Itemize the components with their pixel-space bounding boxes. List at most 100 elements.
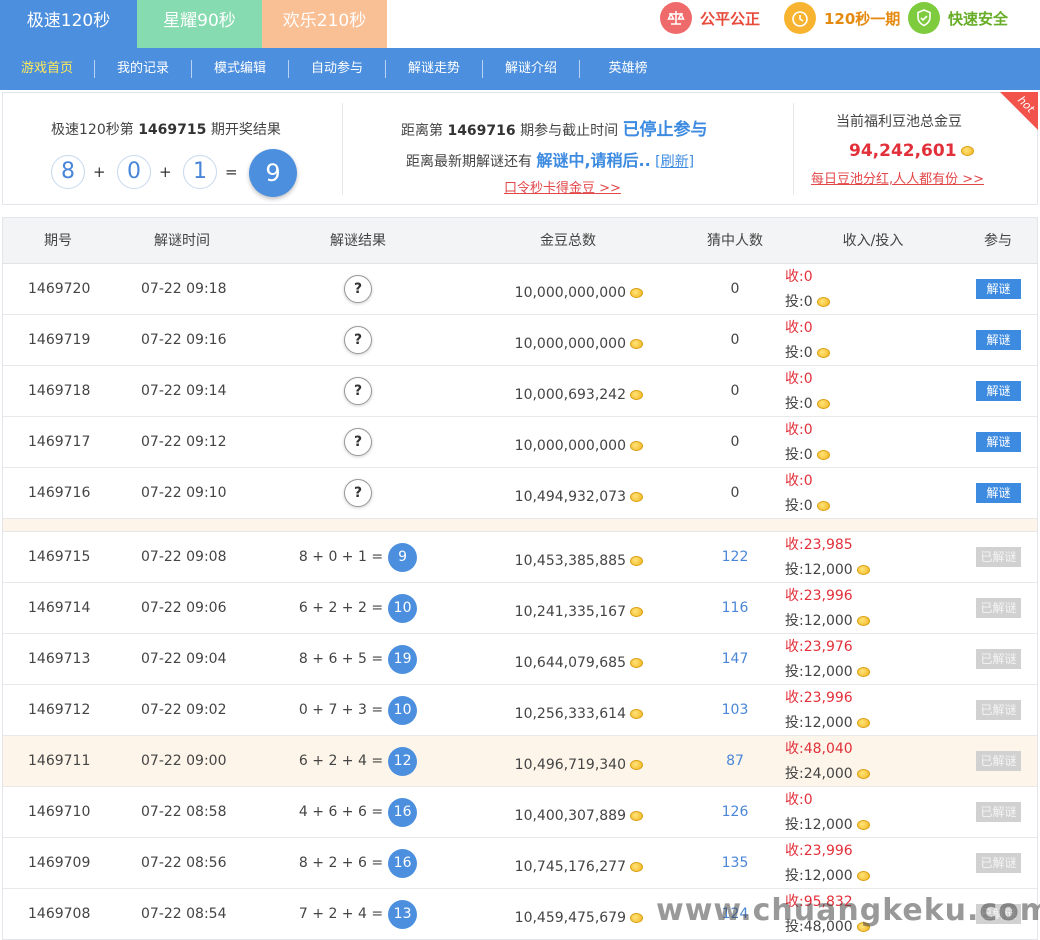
input-value: 12,000 bbox=[803, 868, 853, 884]
shield-check-icon bbox=[908, 2, 940, 34]
coin-icon bbox=[816, 450, 830, 460]
income-input: 收:23,996 投:12,000 bbox=[785, 838, 870, 888]
mode-tab-joy-210[interactable]: 欢乐210秒 bbox=[262, 0, 387, 48]
latest-status: 解谜中,请稍后.. bbox=[536, 151, 651, 170]
input-label: 投: bbox=[785, 613, 804, 629]
action-cell: 已解谜 bbox=[976, 700, 1021, 720]
col-action: 参与 bbox=[984, 233, 1012, 249]
solve-time: 07-22 09:00 bbox=[141, 753, 227, 769]
input-value: 0 bbox=[803, 498, 813, 514]
winner-count[interactable]: 116 bbox=[693, 583, 777, 633]
coin-icon bbox=[856, 667, 870, 677]
winner-count[interactable]: 135 bbox=[693, 838, 777, 888]
nav-trend[interactable]: 解谜走势 bbox=[386, 48, 482, 90]
pool-dividend-link[interactable]: 每日豆池分红,人人都有份 >> bbox=[811, 168, 984, 187]
solve-time: 07-22 09:14 bbox=[141, 383, 227, 399]
solve-button[interactable]: 解谜 bbox=[976, 279, 1021, 299]
coin-icon bbox=[630, 709, 643, 719]
solve-button[interactable]: 解谜 bbox=[976, 330, 1021, 350]
result-ball: 16 bbox=[388, 848, 418, 878]
income-value: 23,976 bbox=[803, 639, 853, 655]
total-beans: 10,459,475,679 bbox=[493, 889, 643, 939]
pending-result: ? bbox=[344, 377, 372, 405]
deadline-status: 已停止参与 bbox=[622, 120, 708, 140]
mode-tab-star-90[interactable]: 星耀90秒 bbox=[137, 0, 262, 48]
input-value: 12,000 bbox=[803, 613, 853, 629]
input-value: 12,000 bbox=[803, 664, 853, 680]
nav-my-records[interactable]: 我的记录 bbox=[95, 48, 191, 90]
total-beans: 10,000,000,000 bbox=[493, 417, 643, 467]
pool-amount-value: 94,242,601 bbox=[849, 141, 957, 161]
solved-button: 已解谜 bbox=[976, 802, 1021, 822]
solve-time: 07-22 09:06 bbox=[141, 600, 227, 616]
solved-button: 已解谜 bbox=[976, 547, 1021, 567]
solve-button[interactable]: 解谜 bbox=[976, 432, 1021, 452]
income-value: 0 bbox=[803, 792, 813, 808]
income-value: 23,996 bbox=[803, 843, 853, 859]
deadline-period: 1469716 bbox=[447, 123, 516, 139]
input-label: 投: bbox=[785, 715, 804, 731]
coin-icon bbox=[816, 348, 830, 358]
winner-count[interactable]: 87 bbox=[693, 736, 777, 786]
total-beans-value: 10,459,475,679 bbox=[514, 910, 626, 926]
coin-icon bbox=[856, 769, 870, 779]
col-period: 期号 bbox=[44, 233, 72, 249]
income-value: 0 bbox=[803, 269, 813, 285]
income-value: 0 bbox=[803, 473, 813, 489]
table-row: 1469716 07-22 09:10? 10,494,932,073 0 收:0 投:0… bbox=[3, 468, 1037, 519]
winner-count[interactable]: 126 bbox=[693, 787, 777, 837]
solved-button: 已解谜 bbox=[976, 598, 1021, 618]
nav-home[interactable]: 游戏首页 bbox=[0, 48, 94, 90]
total-beans: 10,745,176,277 bbox=[493, 838, 643, 888]
top-bar: 极速120秒 星耀90秒 欢乐210秒 公平公正 120秒一期 快速安全 bbox=[0, 0, 1040, 48]
income-label: 收: bbox=[785, 690, 804, 706]
promo-link[interactable]: 口令秒卡得金豆 >> bbox=[504, 177, 621, 196]
info-divider bbox=[342, 103, 343, 195]
input-value: 0 bbox=[803, 345, 813, 361]
input-value: 24,000 bbox=[803, 766, 853, 782]
period-id: 1469712 bbox=[28, 702, 91, 718]
table-row: 1469714 07-22 09:06 6 + 2 + 2 = 10 10,241,33… bbox=[3, 583, 1037, 634]
result-ball: 13 bbox=[388, 899, 418, 929]
winner-count[interactable]: 147 bbox=[693, 634, 777, 684]
solve-button[interactable]: 解谜 bbox=[976, 381, 1021, 401]
nav-leaderboard[interactable]: 英雄榜 bbox=[580, 48, 676, 90]
fair-badge-label: 公平公正 bbox=[700, 9, 761, 28]
income-value: 23,985 bbox=[803, 537, 853, 553]
total-beans-value: 10,496,719,340 bbox=[514, 757, 626, 773]
result-expression: 4 + 6 + 6 = bbox=[298, 804, 384, 820]
solve-button[interactable]: 解谜 bbox=[976, 483, 1021, 503]
total-beans-value: 10,000,000,000 bbox=[514, 438, 626, 454]
pool-amount: 94,242,601 bbox=[849, 141, 974, 161]
nav-mode-edit[interactable]: 模式编辑 bbox=[192, 48, 288, 90]
main-nav: 游戏首页 我的记录 模式编辑 自动参与 解谜走势 解谜介绍 英雄榜 bbox=[0, 48, 1040, 90]
coin-icon bbox=[960, 146, 974, 156]
result-cell: 8 + 6 + 5 = 19 bbox=[253, 634, 463, 684]
solve-time: 07-22 09:10 bbox=[141, 485, 227, 501]
winner-count[interactable]: 103 bbox=[693, 685, 777, 735]
income-label: 收: bbox=[785, 792, 804, 808]
coin-icon bbox=[856, 565, 870, 575]
nav-intro[interactable]: 解谜介绍 bbox=[483, 48, 579, 90]
nav-auto-join[interactable]: 自动参与 bbox=[289, 48, 385, 90]
period-badge-label: 120秒一期 bbox=[824, 9, 901, 28]
input-label: 投: bbox=[785, 396, 804, 412]
solve-time: 07-22 09:12 bbox=[141, 434, 227, 450]
coin-icon bbox=[630, 658, 643, 668]
winner-count[interactable]: 122 bbox=[693, 532, 777, 582]
action-cell: 解谜 bbox=[976, 279, 1021, 299]
input-label: 投: bbox=[785, 868, 804, 884]
input-value: 12,000 bbox=[803, 817, 853, 833]
income-value: 0 bbox=[803, 320, 813, 336]
pending-result: ? bbox=[344, 326, 372, 354]
income-value: 0 bbox=[803, 371, 813, 387]
coin-icon bbox=[630, 811, 643, 821]
refresh-link[interactable]: [刷新] bbox=[655, 154, 694, 170]
mode-tab-speed-120[interactable]: 极速120秒 bbox=[0, 0, 137, 48]
period-id: 1469715 bbox=[28, 549, 91, 565]
result-cell: 6 + 2 + 4 = 12 bbox=[253, 736, 463, 786]
result-ball: 9 bbox=[388, 542, 418, 572]
income-label: 收: bbox=[785, 422, 804, 438]
period-id: 1469716 bbox=[28, 485, 91, 501]
table-row: 1469709 07-22 08:56 8 + 2 + 6 = 16 10,745,17… bbox=[3, 838, 1037, 889]
